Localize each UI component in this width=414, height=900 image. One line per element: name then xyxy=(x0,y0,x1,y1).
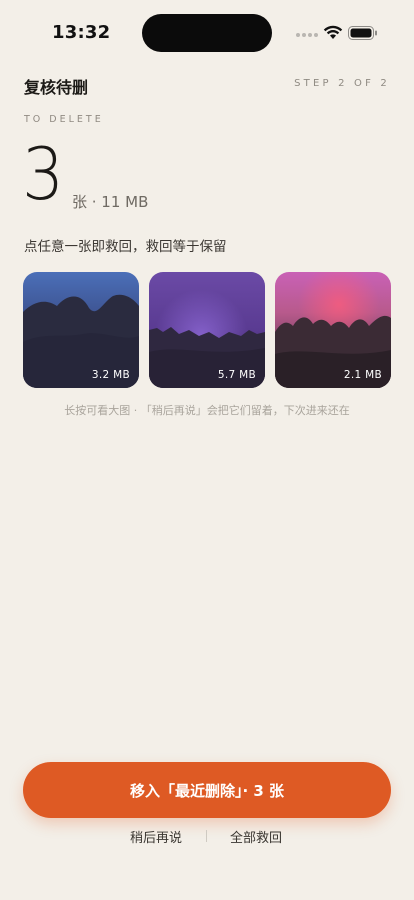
rescue-hint: 点任意一张即救回，救回等于保留 xyxy=(24,239,227,255)
move-to-recently-deleted-button[interactable]: 移入「最近删除」· 3 张 xyxy=(23,762,391,818)
photo-thumbnail[interactable]: 5.7 MB xyxy=(149,272,265,388)
status-time: 13:32 xyxy=(52,22,111,43)
divider xyxy=(206,830,207,842)
photo-list: 3.2 MB 5.7 MB 2.1 MB xyxy=(23,272,391,388)
delete-count-meta: 张 · 11 MB xyxy=(72,193,149,211)
status-bar: 13:32 xyxy=(0,0,414,62)
wifi-icon xyxy=(323,25,343,39)
photo-thumbnail[interactable]: 3.2 MB xyxy=(23,272,139,388)
later-button[interactable]: 稍后再说 xyxy=(130,827,182,846)
rescue-all-button[interactable]: 全部救回 xyxy=(230,827,282,846)
signal-dots-icon xyxy=(296,33,318,37)
photo-tip: 长按可看大图 · 「稍后再说」会把它们留着，下次进来还在 xyxy=(64,404,350,417)
delete-count: 3 xyxy=(22,132,65,216)
photo-size-label: 2.1 MB xyxy=(343,369,382,381)
step-indicator: STEP 2 OF 2 xyxy=(294,78,390,89)
photo-size-label: 3.2 MB xyxy=(91,369,130,381)
battery-icon xyxy=(348,26,377,40)
secondary-actions: 稍后再说 全部救回 xyxy=(0,827,414,847)
section-label: TO DELETE xyxy=(24,114,104,125)
page-title: 复核待删 xyxy=(24,78,89,97)
photo-size-label: 5.7 MB xyxy=(217,369,256,381)
dynamic-island xyxy=(142,14,272,52)
photo-thumbnail[interactable]: 2.1 MB xyxy=(275,272,391,388)
